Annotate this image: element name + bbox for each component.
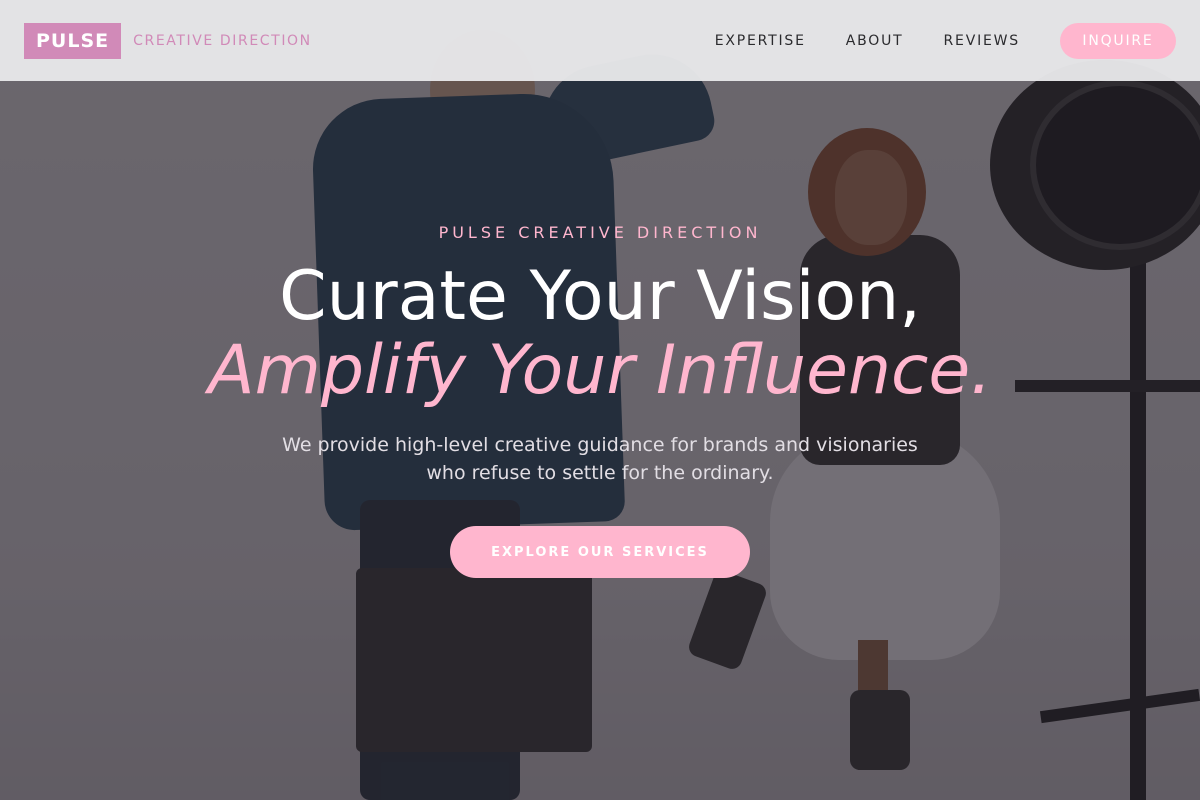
- logo-tagline: CREATIVE DIRECTION: [133, 32, 312, 49]
- inquire-button[interactable]: INQUIRE: [1060, 22, 1176, 59]
- logo[interactable]: PULSE: [24, 22, 122, 59]
- hero-headline-accent: Amplify Your Influence.: [208, 331, 992, 410]
- nav-link-reviews[interactable]: REVIEWS: [944, 33, 1020, 49]
- hero-section: PULSE CREATIVE DIRECTION Curate Your Vis…: [0, 81, 1200, 800]
- nav-link-about[interactable]: ABOUT: [846, 33, 904, 49]
- hero-subcopy-line-2: who refuse to settle for the ordinary.: [426, 462, 774, 484]
- hero-headline: Curate Your Vision,: [279, 257, 921, 336]
- hero-subcopy-line-1: We provide high-level creative guidance …: [282, 434, 918, 456]
- site-header: PULSE CREATIVE DIRECTION EXPERTISE ABOUT…: [0, 0, 1200, 81]
- hero-eyebrow: PULSE CREATIVE DIRECTION: [438, 223, 762, 242]
- main-nav: EXPERTISE ABOUT REVIEWS: [715, 33, 1020, 49]
- nav-link-expertise[interactable]: EXPERTISE: [715, 33, 806, 49]
- hero-subcopy: We provide high-level creative guidance …: [250, 431, 950, 487]
- explore-services-button[interactable]: EXPLORE OUR SERVICES: [450, 526, 750, 578]
